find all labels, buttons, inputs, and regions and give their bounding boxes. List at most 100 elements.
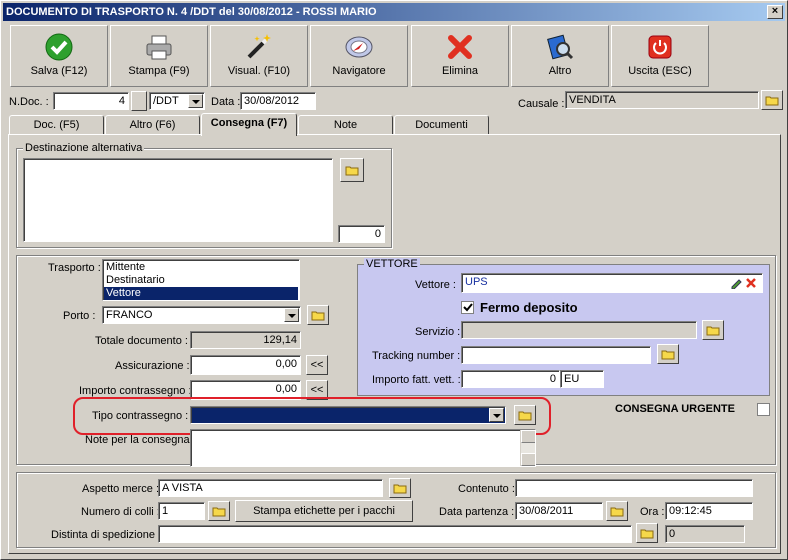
destinazione-textarea[interactable] [23, 158, 333, 242]
tipo-contrassegno-folder-button[interactable] [514, 405, 536, 425]
tab-doc[interactable]: Doc. (F5) [9, 115, 104, 135]
x-delete-icon [448, 35, 472, 59]
series-value: /DDT [153, 95, 179, 107]
causale-input[interactable]: VENDITA [565, 91, 759, 109]
destinazione-folder-button[interactable] [340, 158, 364, 182]
save-button[interactable]: Salva (F12) [10, 25, 108, 87]
importo-vett-input[interactable]: 0 [461, 370, 560, 388]
tab-consegna[interactable]: Consegna (F7) [201, 113, 297, 136]
ndoc-input[interactable]: 4 [53, 92, 129, 110]
fermo-deposito-label: Fermo deposito [480, 300, 578, 315]
distinta-value: 0 [665, 525, 745, 543]
folder-icon [661, 350, 675, 360]
navigator-label: Navigatore [332, 65, 386, 77]
importo-vett-label: Importo fatt. vett. : [372, 374, 461, 386]
distinta-label: Distinta di spedizione : [51, 529, 162, 541]
partenza-label: Data partenza : [439, 506, 515, 518]
folder-icon [640, 529, 654, 539]
colli-input[interactable]: 1 [158, 502, 205, 520]
aspetto-folder-button[interactable] [389, 478, 411, 498]
print-label: Stampa (F9) [128, 65, 190, 77]
tracking-input[interactable] [461, 346, 651, 364]
porto-select[interactable]: FRANCO [102, 306, 301, 324]
causale-folder-button[interactable] [761, 90, 783, 110]
close-button[interactable]: × [767, 5, 783, 19]
vettore-value: UPS [465, 276, 488, 288]
tipo-contrassegno-label: Tipo contrassegno : [92, 410, 189, 422]
folder-icon [706, 326, 720, 336]
consegna-urgente-checkbox[interactable] [757, 403, 770, 416]
currency-input[interactable]: EU [560, 370, 604, 388]
magic-wand-icon [247, 34, 271, 59]
stampa-etichette-button[interactable]: Stampa etichette per i pacchi [235, 500, 413, 522]
checkmark-icon [45, 33, 73, 61]
folder-icon [610, 507, 624, 517]
view-button[interactable]: Visual. (F10) [210, 25, 308, 87]
trasporto-option-vettore[interactable]: Vettore [104, 287, 298, 300]
tipo-contrassegno-select[interactable] [190, 406, 506, 424]
navigator-button[interactable]: Navigatore [310, 25, 408, 87]
ora-input[interactable]: 09:12:45 [665, 502, 753, 520]
aspetto-input[interactable]: A VISTA [158, 479, 383, 497]
note-scrollbar[interactable] [520, 430, 535, 466]
contenuto-label: Contenuto : [458, 483, 515, 495]
view-label: Visual. (F10) [227, 65, 291, 77]
destinazione-counter: 0 [338, 225, 385, 243]
save-label: Salva (F12) [30, 65, 88, 77]
fermo-deposito-checkbox[interactable] [461, 301, 474, 314]
vettore-input[interactable]: UPS [461, 273, 763, 293]
pencil-icon[interactable] [730, 277, 742, 289]
destinazione-title: Destinazione alternativa [23, 142, 145, 154]
other-button[interactable]: Altro [511, 25, 609, 87]
assicurazione-recalc-button[interactable]: << [306, 355, 328, 375]
porto-value: FRANCO [106, 309, 153, 321]
servizio-folder-button[interactable] [702, 320, 724, 340]
compass-icon [345, 36, 373, 58]
note-consegna-textarea[interactable] [190, 429, 536, 467]
book-search-icon [547, 34, 574, 60]
trasporto-label: Trasporto : [48, 262, 101, 274]
partenza-input[interactable]: 30/08/2011 [515, 502, 603, 520]
scroll-down-button[interactable] [521, 453, 535, 466]
contenuto-input[interactable] [515, 479, 753, 497]
power-icon [648, 35, 672, 59]
exit-label: Uscita (ESC) [628, 65, 692, 77]
delete-button[interactable]: Elimina [411, 25, 509, 87]
printer-icon [146, 35, 172, 60]
tab-note[interactable]: Note [298, 115, 393, 135]
trasporto-option-mittente[interactable]: Mittente [104, 261, 298, 274]
folder-icon [212, 507, 226, 517]
folder-icon [345, 166, 359, 176]
distinta-folder-button[interactable] [636, 523, 658, 543]
scroll-up-button[interactable] [521, 430, 535, 443]
window-title: DOCUMENTO DI TRASPORTO N. 4 /DDT del 30/… [6, 6, 377, 18]
tab-altro[interactable]: Altro (F6) [105, 115, 200, 135]
chevron-down-icon[interactable] [489, 408, 504, 422]
other-label: Altro [548, 65, 572, 77]
ndoc-spin-button[interactable] [131, 91, 147, 111]
exit-button[interactable]: Uscita (ESC) [611, 25, 709, 87]
folder-icon [311, 311, 325, 321]
series-select[interactable]: /DDT [149, 92, 205, 110]
servizio-input[interactable] [461, 321, 697, 339]
trasporto-option-destinatario[interactable]: Destinatario [104, 274, 298, 287]
porto-folder-button[interactable] [307, 305, 329, 325]
date-label: Data : [211, 96, 241, 108]
partenza-folder-button[interactable] [606, 501, 628, 521]
chevron-down-icon[interactable] [284, 308, 299, 322]
print-button[interactable]: Stampa (F9) [110, 25, 208, 87]
vettore-label: Vettore : [415, 279, 456, 291]
delete-icon[interactable] [745, 277, 757, 289]
chevron-down-icon[interactable] [188, 94, 203, 108]
folder-icon [393, 484, 407, 494]
assicurazione-input[interactable]: 0,00 [190, 355, 301, 375]
distinta-input[interactable] [158, 525, 632, 543]
trasporto-list[interactable]: Mittente Destinatario Vettore [102, 259, 300, 301]
totale-label: Totale documento : [95, 335, 188, 347]
date-input[interactable]: 30/08/2012 [240, 92, 316, 110]
tracking-folder-button[interactable] [657, 344, 679, 364]
title-bar: DOCUMENTO DI TRASPORTO N. 4 /DDT del 30/… [3, 3, 785, 21]
consegna-urgente-label: CONSEGNA URGENTE [615, 403, 735, 415]
tab-documenti[interactable]: Documenti [394, 115, 489, 135]
colli-folder-button[interactable] [208, 501, 230, 521]
